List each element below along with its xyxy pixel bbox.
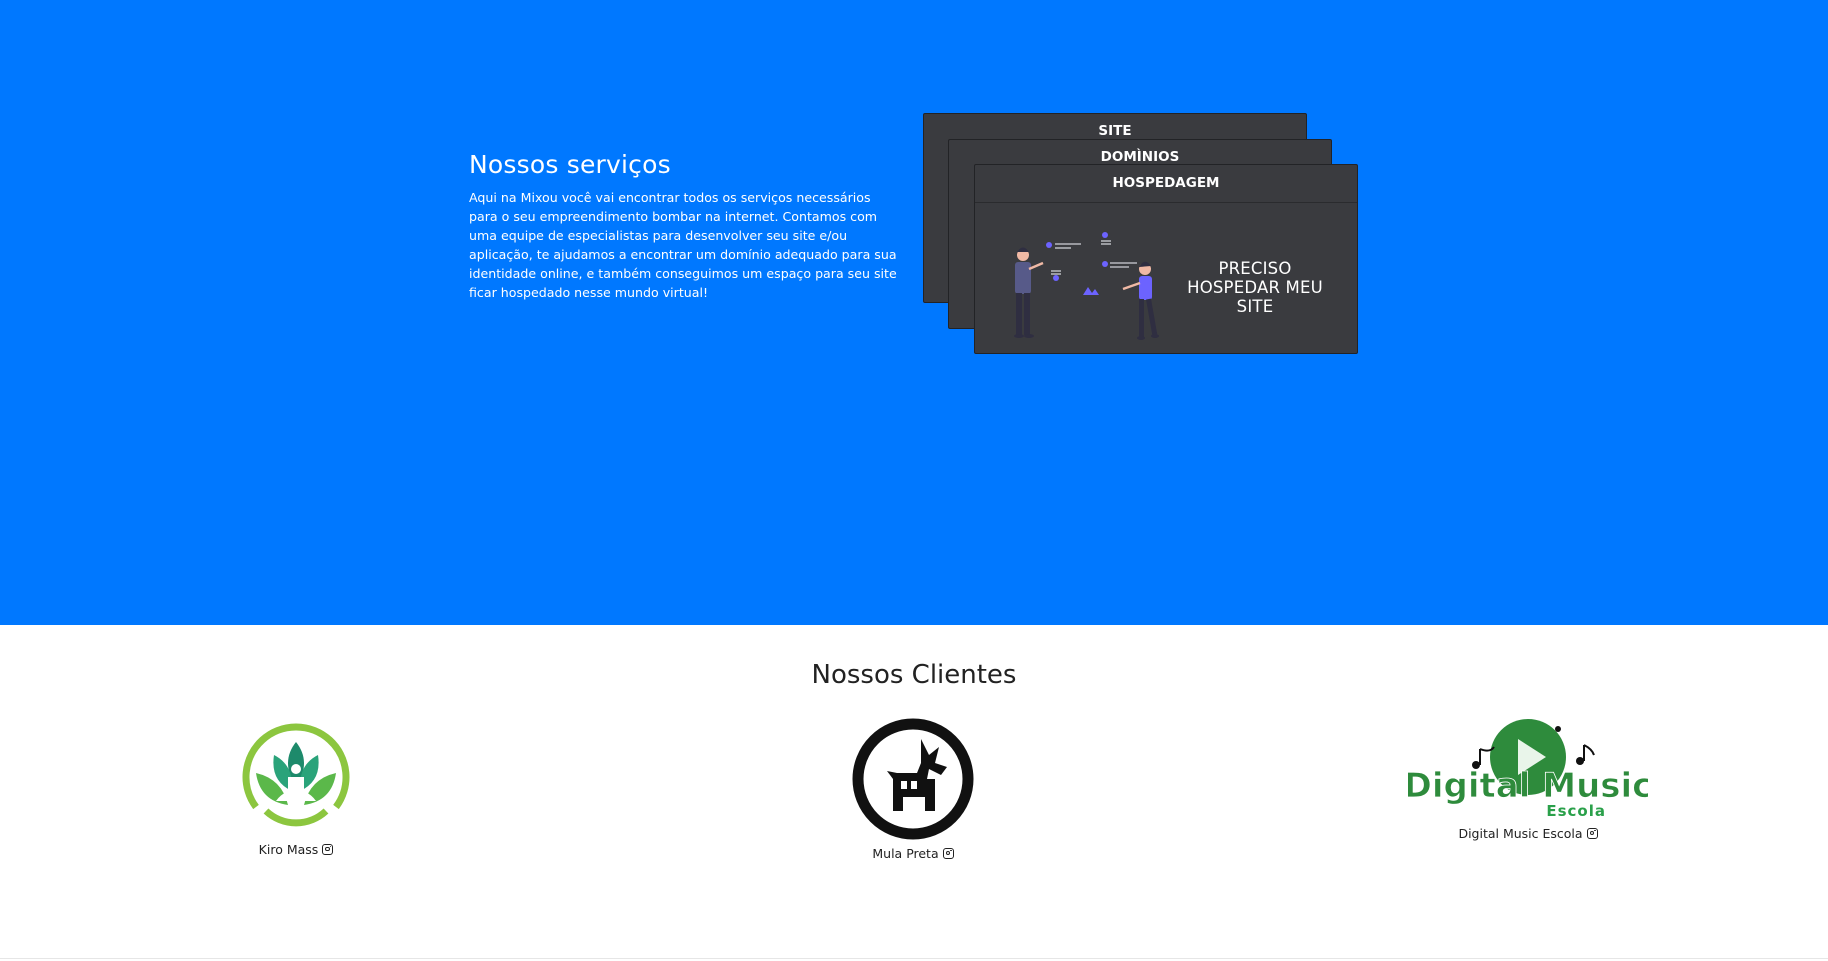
services-text: Nossos serviços Aqui na Mixou você vai e… [469,150,899,302]
digital-music-escola-logo: Digital Music Escola [1408,719,1648,820]
services-title: Nossos serviços [469,150,671,179]
instagram-icon[interactable] [942,848,954,859]
client-name-kiro-mass: Kiro Mass [258,842,319,857]
instagram-icon[interactable] [1586,828,1598,839]
section-divider [0,958,1828,959]
client-name: Digital Music Escola [1458,826,1598,841]
client-name: Mula Preta [872,846,954,861]
hosting-cta[interactable]: PRECISO HOSPEDAR MEU SITE [1170,259,1340,316]
client-mula-preta[interactable]: Mula Preta [843,717,983,862]
clients-title: Nossos Clientes [811,660,1017,690]
card-title-site: SITE [1098,123,1132,139]
kiro-mass-logo [242,723,350,827]
instagram-icon[interactable] [322,844,334,855]
client-name-mula-preta: Mula Preta [872,846,939,861]
client-name-digital-music-escola: Digital Music Escola [1458,826,1583,841]
services-section: Nossos serviços Aqui na Mixou você vai e… [0,0,1828,625]
digital-music-logo-text: Digital Music [1408,766,1648,806]
client-name: Kiro Mass [259,842,334,857]
service-card-hospedagem[interactable]: HOSPEDAGEM PRECISO HOSPEDAR MEU SITE [974,164,1358,354]
client-kiro-mass[interactable]: Kiro Mass [226,717,366,858]
services-description: Aqui na Mixou você vai encontrar todos o… [469,190,897,300]
card-title-hospedagem: HOSPEDAGEM [975,165,1357,203]
mula-preta-logo [852,718,974,840]
card-body: PRECISO HOSPEDAR MEU SITE [975,203,1357,353]
client-digital-music-escola[interactable]: Digital Music Escola Digital Music Escol… [1408,715,1648,842]
card-title-dominios: DOMÌNIOS [1100,149,1180,165]
digital-music-logo-subtext: Escola [1546,802,1606,820]
people-presentation-illustration [1014,232,1159,340]
